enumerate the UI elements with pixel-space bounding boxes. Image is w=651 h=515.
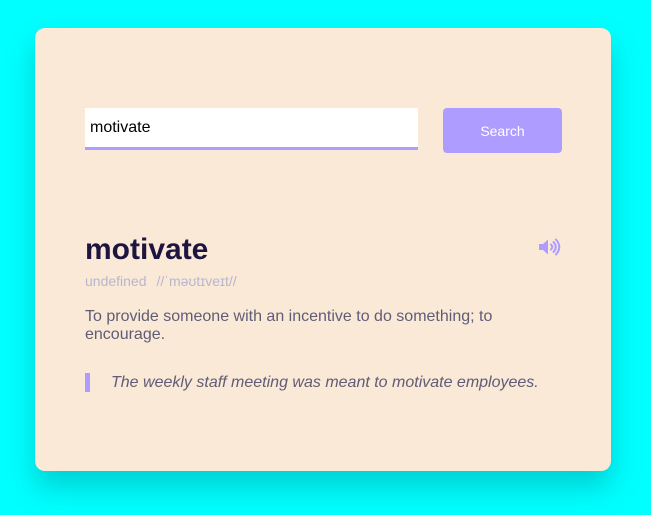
part-of-speech: undefined	[85, 273, 147, 289]
dictionary-card: Search motivate undefined//ˈməʊtɪveɪt// …	[35, 28, 611, 471]
word-title: motivate	[85, 233, 209, 266]
phonetics-row: undefined //ˈməʊtɪveɪt//	[85, 272, 237, 290]
speaker-volume-icon[interactable]	[538, 237, 562, 257]
definition-text: To provide someone with an incentive to …	[85, 308, 493, 343]
search-bar: Search	[85, 108, 562, 153]
example-quote: The weekly staff meeting was meant to mo…	[85, 373, 539, 392]
phonetic-transcription: //ˈməʊtɪveɪt//	[156, 273, 237, 289]
search-input[interactable]	[85, 108, 418, 150]
search-button[interactable]: Search	[443, 108, 562, 153]
